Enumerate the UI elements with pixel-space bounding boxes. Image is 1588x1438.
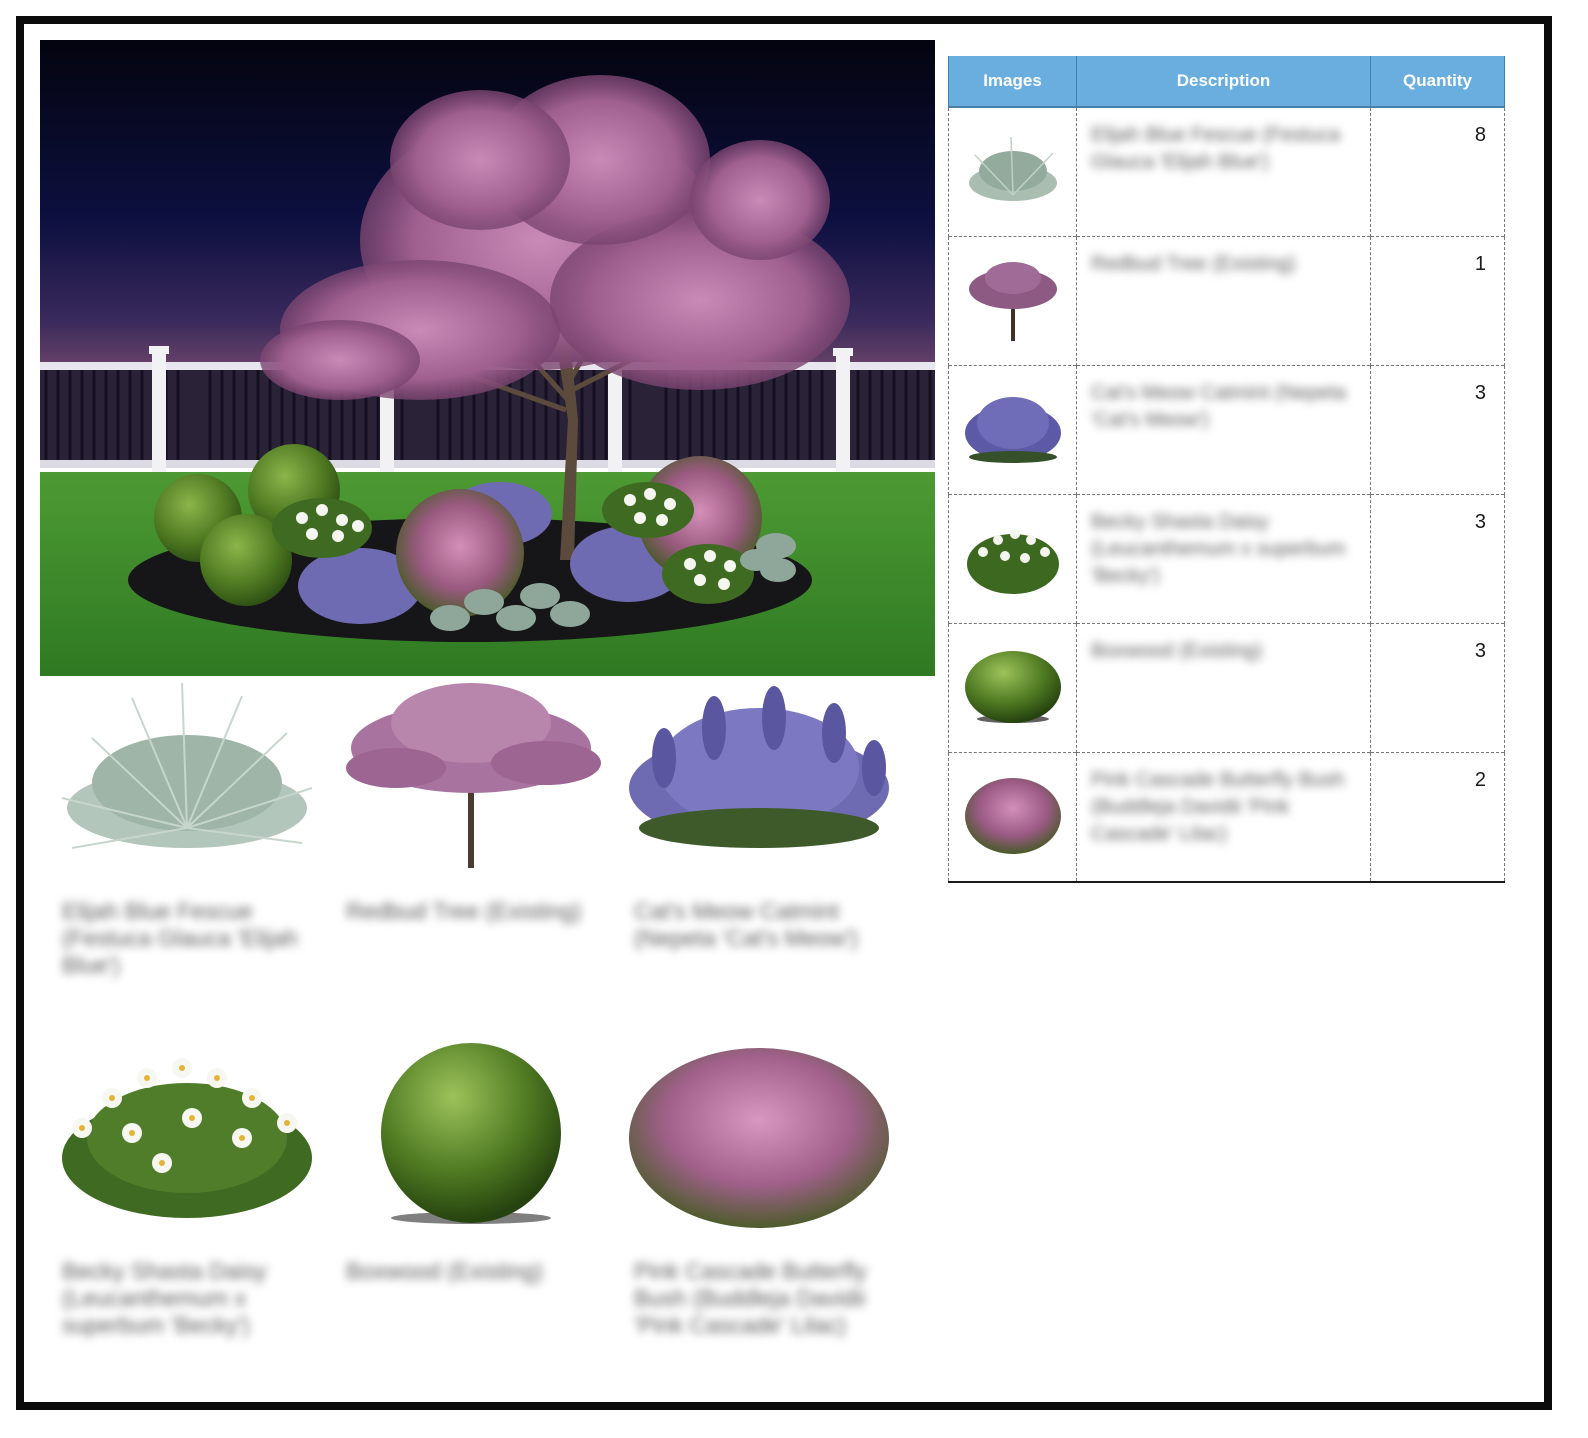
row-quantity: 3 [1474,382,1486,404]
row-description: Cat's Meow Catmint (Nepeta 'Cat's Meow') [1091,382,1347,431]
table-row: Elijah Blue Fescue (Festuca Glauca 'Elij… [948,107,1505,237]
boxwood-icon [964,650,1061,723]
plant-gallery: Elijah Blue Fescue (Festuca Glauca 'Elij… [40,678,920,1378]
header-images: Images [948,56,1077,107]
gallery-item: Pink Cascade Butterfly Bush (Buddleja Da… [624,1038,904,1339]
redbud-tree-icon [346,683,601,868]
row-quantity: 3 [1474,640,1486,662]
table-row: Pink Cascade Butterfly Bush (Buddleja Da… [948,752,1505,882]
plant-table: Images Description Quantity Elijah Blue … [948,56,1505,883]
header-description: Description [1076,56,1371,107]
gallery-item-label: Elijah Blue Fescue (Festuca Glauca 'Elij… [62,898,298,978]
gallery-item-label: Cat's Meow Catmint (Nepeta 'Cat's Meow') [634,898,859,951]
row-description: Becky Shasta Daisy (Leucanthemum x super… [1091,511,1346,587]
gallery-item-label: Redbud Tree (Existing) [346,898,582,924]
shasta-daisy-icon [966,528,1059,594]
row-quantity: 1 [1474,253,1486,275]
gallery-item: Becky Shasta Daisy (Leucanthemum x super… [52,1038,332,1339]
row-description: Elijah Blue Fescue (Festuca Glauca 'Elij… [1091,124,1341,173]
landscape-rendering [40,40,935,676]
gallery-item-label: Pink Cascade Butterfly Bush (Buddleja Da… [634,1258,867,1338]
row-description: Pink Cascade Butterfly Bush (Buddleja Da… [1091,769,1345,845]
table-row: Becky Shasta Daisy (Leucanthemum x super… [948,494,1505,624]
blue-grass-icon [61,682,313,849]
gallery-item: Redbud Tree (Existing) [336,678,616,925]
gallery-item-label: Becky Shasta Daisy (Leucanthemum x super… [62,1258,267,1338]
row-quantity: 8 [1474,124,1486,146]
row-quantity: 3 [1474,511,1486,533]
blue-grass-icon [968,136,1057,201]
gallery-item: Elijah Blue Fescue (Festuca Glauca 'Elij… [52,678,332,979]
table-row: Redbud Tree (Existing) 1 [948,236,1505,366]
row-description: Redbud Tree (Existing) [1091,253,1296,275]
table-header-row: Images Description Quantity [948,56,1505,107]
row-description: Boxwood (Existing) [1091,640,1263,662]
document-frame: Elijah Blue Fescue (Festuca Glauca 'Elij… [16,16,1552,1410]
redbud-tree-icon [968,261,1057,341]
table-row: Cat's Meow Catmint (Nepeta 'Cat's Meow')… [948,365,1505,495]
shasta-daisy-icon [62,1058,312,1218]
row-quantity: 2 [1474,769,1486,791]
gallery-item-label: Boxwood (Existing) [346,1258,543,1284]
gallery-item: Boxwood (Existing) [336,1038,616,1285]
boxwood-icon [381,1043,561,1224]
catmint-icon [964,396,1061,463]
header-quantity: Quantity [1370,56,1505,107]
gallery-item: Cat's Meow Catmint (Nepeta 'Cat's Meow') [624,678,904,952]
butterfly-bush-icon [964,777,1061,854]
butterfly-bush-icon [629,1048,889,1228]
table-row: Boxwood (Existing) 3 [948,623,1505,753]
catmint-icon [629,686,889,848]
